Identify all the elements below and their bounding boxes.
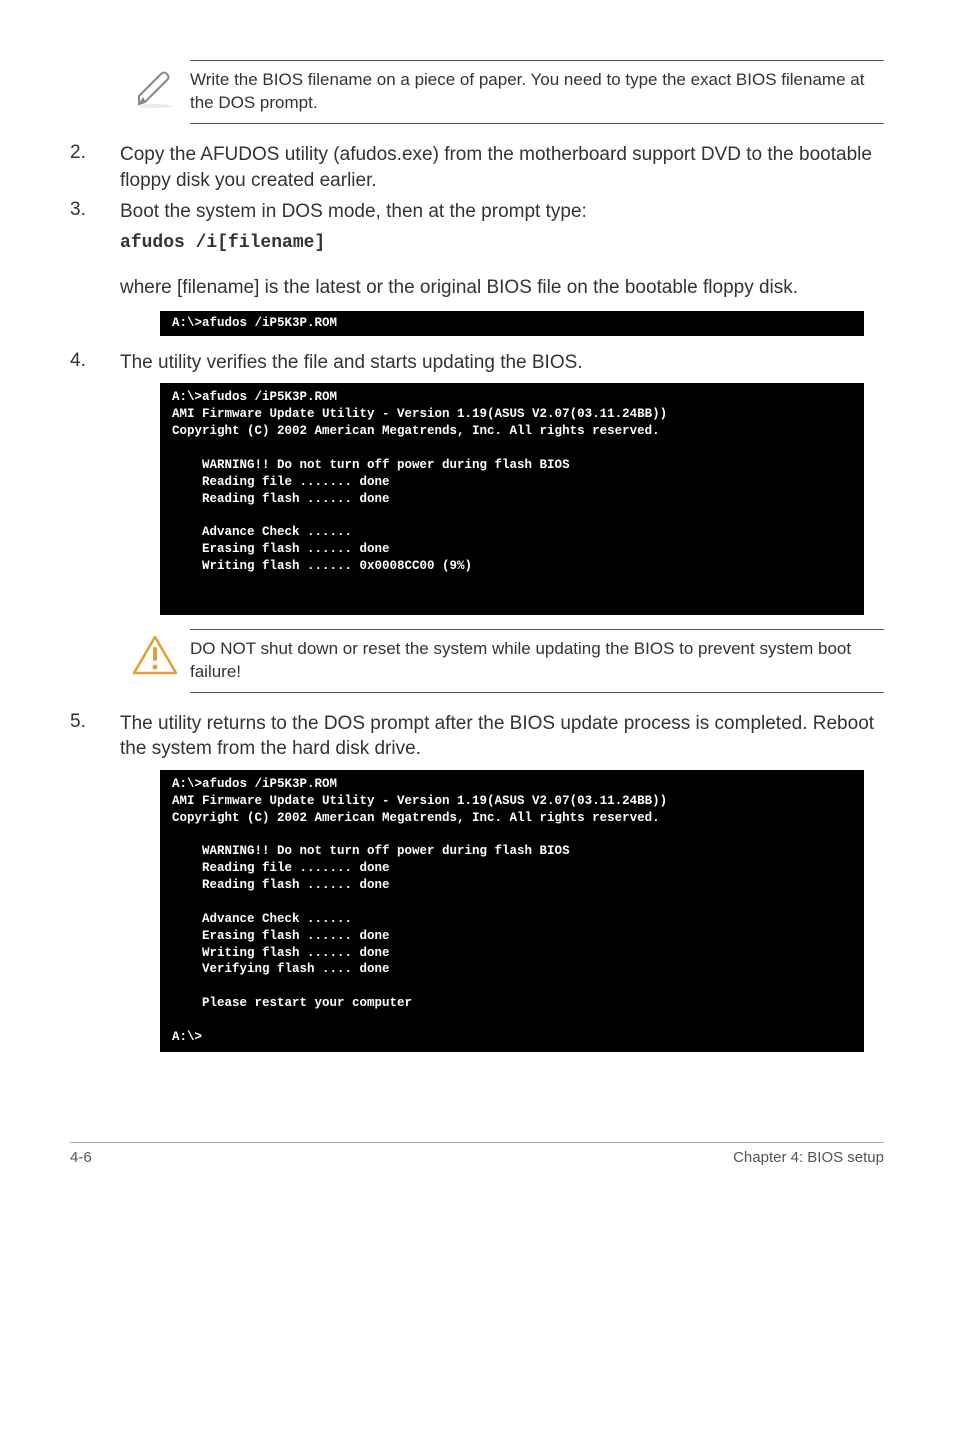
step-text: Boot the system in DOS mode, then at the… <box>120 199 884 225</box>
step-text: The utility returns to the DOS prompt af… <box>120 711 884 762</box>
step-number: 4. <box>70 350 120 376</box>
step-text: The utility verifies the file and starts… <box>120 350 884 376</box>
step-text: Copy the AFUDOS utility (afudos.exe) fro… <box>120 142 884 193</box>
terminal-output-1: A:\>afudos /iP5K3P.ROM <box>160 311 864 336</box>
pencil-icon <box>120 60 190 110</box>
note-text: Write the BIOS filename on a piece of pa… <box>190 60 884 124</box>
step-3: 3. Boot the system in DOS mode, then at … <box>70 199 884 265</box>
command-text: afudos /i[filename] <box>120 231 884 255</box>
step-number: 3. <box>70 199 120 265</box>
terminal-output-3: A:\>afudos /iP5K3P.ROM AMI Firmware Upda… <box>160 770 864 1052</box>
warning-icon <box>120 629 190 675</box>
step-5: 5. The utility returns to the DOS prompt… <box>70 711 884 762</box>
step-2: 2. Copy the AFUDOS utility (afudos.exe) … <box>70 142 884 193</box>
page-footer: 4-6 Chapter 4: BIOS setup <box>70 1142 884 1166</box>
step-number: 2. <box>70 142 120 193</box>
step-number: 5. <box>70 711 120 762</box>
step-4: 4. The utility verifies the file and sta… <box>70 350 884 376</box>
step-3-note: where [filename] is the latest or the or… <box>120 275 884 301</box>
warning-box: DO NOT shut down or reset the system whi… <box>120 629 884 693</box>
warning-text: DO NOT shut down or reset the system whi… <box>190 629 884 693</box>
page-number: 4-6 <box>70 1149 92 1166</box>
terminal-output-2: A:\>afudos /iP5K3P.ROM AMI Firmware Upda… <box>160 383 864 614</box>
note-box: Write the BIOS filename on a piece of pa… <box>120 60 884 124</box>
chapter-label: Chapter 4: BIOS setup <box>733 1149 884 1166</box>
